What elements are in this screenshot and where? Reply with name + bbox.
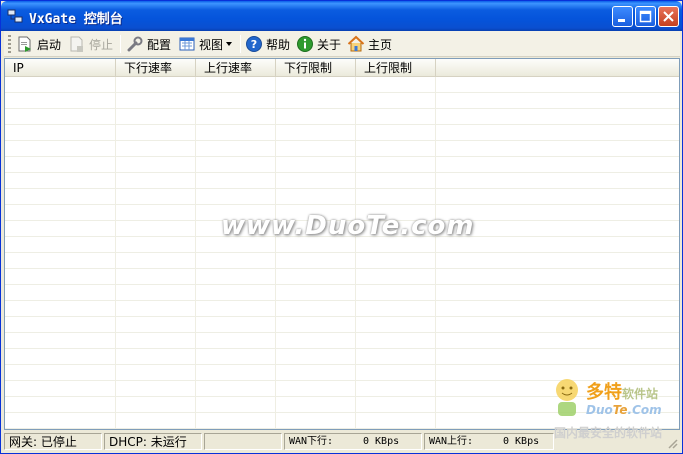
resize-grip-icon[interactable] xyxy=(666,437,678,449)
logo-main-text: 多特 xyxy=(586,382,622,403)
config-button[interactable]: 配置 xyxy=(126,33,171,55)
wrench-icon xyxy=(127,36,143,52)
status-wan-down: WAN下行: 0 KBps xyxy=(284,433,422,450)
column-header-down-limit[interactable]: 下行限制 xyxy=(276,59,356,77)
app-window: VxGate 控制台 启动 停止 配置 视图 ? 帮助 关于 主页 IP 下行速… xyxy=(0,0,683,454)
column-gridline xyxy=(275,77,276,429)
dhcp-value: 未运行 xyxy=(150,435,187,449)
info-icon xyxy=(297,36,313,52)
view-label: 视图 xyxy=(199,37,224,52)
close-icon xyxy=(663,11,674,22)
view-grid-icon xyxy=(179,37,195,51)
wan-down-label: WAN下行: xyxy=(289,436,334,447)
close-button[interactable] xyxy=(658,6,679,27)
gateway-value: 已停止 xyxy=(40,435,77,449)
window-title: VxGate 控制台 xyxy=(29,12,123,27)
dropdown-arrow-icon xyxy=(226,42,233,46)
column-header-down-rate[interactable]: 下行速率 xyxy=(116,59,196,77)
toolbar-grip[interactable] xyxy=(8,35,11,53)
column-header-up-rate[interactable]: 上行速率 xyxy=(196,59,276,77)
stop-label: 停止 xyxy=(89,37,114,52)
start-button[interactable]: 启动 xyxy=(16,33,61,55)
column-gridline xyxy=(195,77,196,429)
status-gateway: 网关: 已停止 xyxy=(4,433,102,450)
logo-domain-a: Duo xyxy=(586,403,613,417)
site-slogan: 国内最安全的软件站 xyxy=(554,426,663,440)
start-label: 启动 xyxy=(37,37,62,52)
svg-text:?: ? xyxy=(251,38,257,51)
wan-down-value: 0 KBps xyxy=(363,436,400,447)
stop-button[interactable]: 停止 xyxy=(68,33,113,55)
wan-up-value: 0 KBps xyxy=(503,436,540,447)
status-empty-panel xyxy=(204,433,282,450)
home-icon xyxy=(347,35,365,52)
view-button[interactable]: 视图 xyxy=(178,33,233,55)
config-label: 配置 xyxy=(147,37,172,52)
home-button[interactable]: 主页 xyxy=(347,33,392,55)
about-label: 关于 xyxy=(317,37,342,52)
minimize-icon xyxy=(618,19,625,22)
help-icon: ? xyxy=(246,36,262,52)
dhcp-label: DHCP: xyxy=(109,435,147,449)
help-button[interactable]: ? 帮助 xyxy=(245,33,290,55)
logo-title: 多特软件站 xyxy=(586,378,658,404)
column-header-up-limit[interactable]: 上行限制 xyxy=(356,59,436,77)
column-gridline xyxy=(115,77,116,429)
toolbar-separator xyxy=(120,35,121,53)
logo-sub-text: 软件站 xyxy=(622,387,659,401)
network-app-icon xyxy=(7,9,23,23)
logo-domain-c: .Com xyxy=(627,403,662,417)
minimize-button[interactable] xyxy=(612,6,633,27)
list-header: IP 下行速率 上行速率 下行限制 上行限制 xyxy=(5,59,679,77)
status-dhcp: DHCP: 未运行 xyxy=(104,433,202,450)
start-document-icon xyxy=(18,36,31,52)
title-bar[interactable]: VxGate 控制台 xyxy=(1,1,682,31)
logo-domain-b: Te xyxy=(612,403,628,417)
stop-document-icon xyxy=(70,36,83,52)
column-gridline xyxy=(355,77,356,429)
status-wan-up: WAN上行: 0 KBps xyxy=(424,433,554,450)
maximize-button[interactable] xyxy=(635,6,656,27)
gateway-label: 网关: xyxy=(9,435,38,449)
logo-domain: DuoTe.Com xyxy=(586,403,662,417)
help-label: 帮助 xyxy=(266,37,291,52)
column-header-ip[interactable]: IP xyxy=(5,59,116,77)
mascot-icon xyxy=(556,379,578,416)
column-gridline xyxy=(435,77,436,429)
about-button[interactable]: 关于 xyxy=(296,33,341,55)
wan-up-label: WAN上行: xyxy=(429,436,474,447)
toolbar: 启动 停止 配置 视图 ? 帮助 关于 主页 xyxy=(4,31,680,57)
maximize-icon xyxy=(639,10,652,23)
watermark-text: www.DuoTe.com xyxy=(221,211,475,241)
toolbar-separator xyxy=(240,35,241,53)
home-label: 主页 xyxy=(368,37,393,52)
